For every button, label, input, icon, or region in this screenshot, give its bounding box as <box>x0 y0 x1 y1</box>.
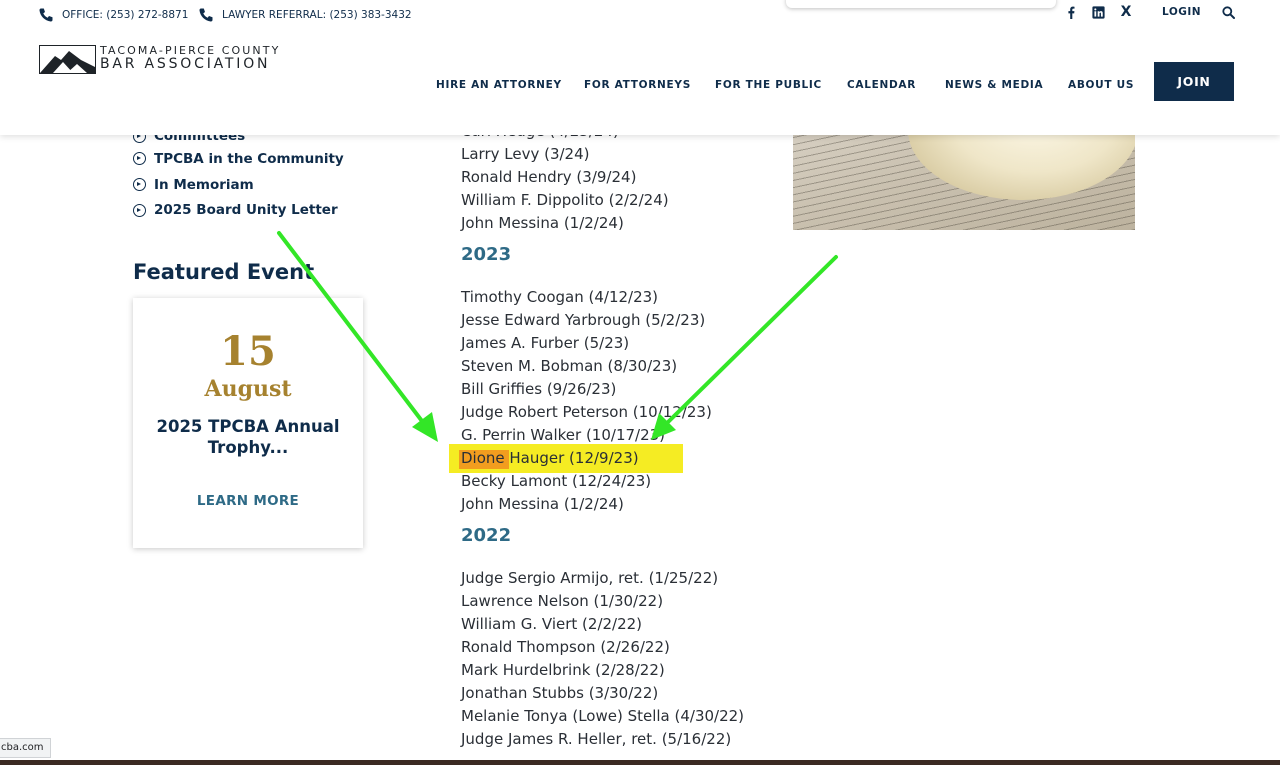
site-logo[interactable]: TACOMA-PIERCE COUNTY BAR ASSOCIATION <box>39 45 280 74</box>
circle-arrow-icon <box>133 178 146 192</box>
search-icon[interactable] <box>1222 6 1235 19</box>
logo-line1: TACOMA-PIERCE COUNTY <box>100 44 281 57</box>
referral-phone[interactable]: LAWYER REFERRAL: (253) 383-3432 <box>198 7 412 23</box>
memorial-photo <box>793 120 1135 230</box>
nav-hire-an-attorney[interactable]: HIRE AN ATTORNEY <box>436 79 562 93</box>
nav-calendar[interactable]: CALENDAR <box>847 79 916 93</box>
memoriam-entry: John Messina (1/2/24) <box>461 214 624 232</box>
sidebar-link-label: TPCBA in the Community <box>154 150 344 167</box>
facebook-icon[interactable] <box>1063 4 1079 20</box>
sidebar-link-community[interactable]: TPCBA in the Community <box>133 146 413 172</box>
in-memoriam-list: Carl Hedge (4/25/24) Larry Levy (3/24) R… <box>461 120 781 751</box>
memoriam-entry: Steven M. Bobman (8/30/23) <box>461 357 678 375</box>
event-day: 15 <box>220 328 276 375</box>
phone-icon <box>199 8 213 22</box>
memoriam-entry: Timothy Coogan (4/12/23) <box>461 288 659 306</box>
memoriam-entry: Becky Lamont (12/24/23) <box>461 472 652 490</box>
memoriam-entry: Judge Robert Peterson (10/12/23) <box>461 403 712 421</box>
memoriam-entry: G. Perrin Walker (10/17/23) <box>461 426 666 444</box>
join-button[interactable]: JOIN <box>1154 62 1234 101</box>
featured-event-card[interactable]: 15 August 2025 TPCBA Annual Trophy... LE… <box>133 298 363 548</box>
nav-for-the-public[interactable]: FOR THE PUBLIC <box>715 79 822 93</box>
circle-arrow-icon <box>133 203 146 217</box>
sidebar-link-label: In Memoriam <box>154 176 254 193</box>
event-title: 2025 TPCBA Annual Trophy... <box>156 417 340 457</box>
sidebar-link-label: 2025 Board Unity Letter <box>154 202 338 219</box>
memoriam-entry: Jesse Edward Yarbrough (5/2/23) <box>461 311 706 329</box>
learn-more-link[interactable]: LEARN MORE <box>133 493 363 509</box>
memoriam-entry-highlighted: Dione Hauger (12/9/23) <box>461 449 639 467</box>
memoriam-entry: William F. Dippolito (2/2/24) <box>461 191 669 209</box>
memoriam-entry: Judge Sergio Armijo, ret. (1/25/22) <box>461 569 719 587</box>
nav-about-us[interactable]: ABOUT US <box>1068 79 1134 93</box>
x-icon[interactable]: X <box>1118 4 1134 20</box>
memoriam-entry: John Messina (1/2/24) <box>461 495 624 513</box>
memoriam-entry: Judge James R. Heller, ret. (5/16/22) <box>461 730 732 748</box>
event-month: August <box>204 376 292 402</box>
office-phone[interactable]: OFFICE: (253) 272-8871 <box>38 7 188 23</box>
memoriam-entry: Ronald Thompson (2/26/22) <box>461 638 670 656</box>
memoriam-entry: Mark Hurdelbrink (2/28/22) <box>461 661 665 679</box>
sidebar-link-unity-letter[interactable]: 2025 Board Unity Letter <box>133 197 413 223</box>
mountain-logo-icon <box>39 45 96 74</box>
phone-icon <box>39 8 53 22</box>
memoriam-entry: Jonathan Stubbs (3/30/22) <box>461 684 659 702</box>
memoriam-entry: Ronald Hendry (3/9/24) <box>461 168 637 186</box>
logo-line2: BAR ASSOCIATION <box>100 56 271 72</box>
linkedin-icon[interactable] <box>1090 4 1106 20</box>
sidebar-nav: Committees TPCBA in the Community In Mem… <box>133 126 413 223</box>
office-phone-label: OFFICE: (253) 272-8871 <box>62 9 189 21</box>
memoriam-entry: Bill Griffies (9/26/23) <box>461 380 617 398</box>
taskbar-edge <box>0 760 1280 765</box>
memoriam-entry: William G. Viert (2/2/22) <box>461 615 643 633</box>
referral-phone-label: LAWYER REFERRAL: (253) 383-3432 <box>222 9 412 21</box>
memoriam-entry: James A. Furber (5/23) <box>461 334 630 352</box>
year-heading-2023: 2023 <box>461 244 512 265</box>
memoriam-entry: Melanie Tonya (Lowe) Stella (4/30/22) <box>461 707 745 725</box>
logo-text: TACOMA-PIERCE COUNTY BAR ASSOCIATION <box>100 45 280 71</box>
search-dropdown-edge <box>786 0 1056 8</box>
year-heading-2022: 2022 <box>461 525 512 546</box>
featured-event-heading: Featured Event <box>133 260 315 284</box>
nav-news-media[interactable]: NEWS & MEDIA <box>945 79 1043 93</box>
memoriam-entry: Larry Levy (3/24) <box>461 145 590 163</box>
status-bar-url: cba.com <box>0 738 51 758</box>
site-header: OFFICE: (253) 272-8871 LAWYER REFERRAL: … <box>0 0 1280 135</box>
memoriam-entry: Lawrence Nelson (1/30/22) <box>461 592 664 610</box>
circle-arrow-icon <box>133 152 146 166</box>
nav-for-attorneys[interactable]: FOR ATTORNEYS <box>584 79 691 93</box>
sidebar-link-in-memoriam[interactable]: In Memoriam <box>133 172 413 198</box>
login-link[interactable]: LOGIN <box>1162 6 1201 18</box>
